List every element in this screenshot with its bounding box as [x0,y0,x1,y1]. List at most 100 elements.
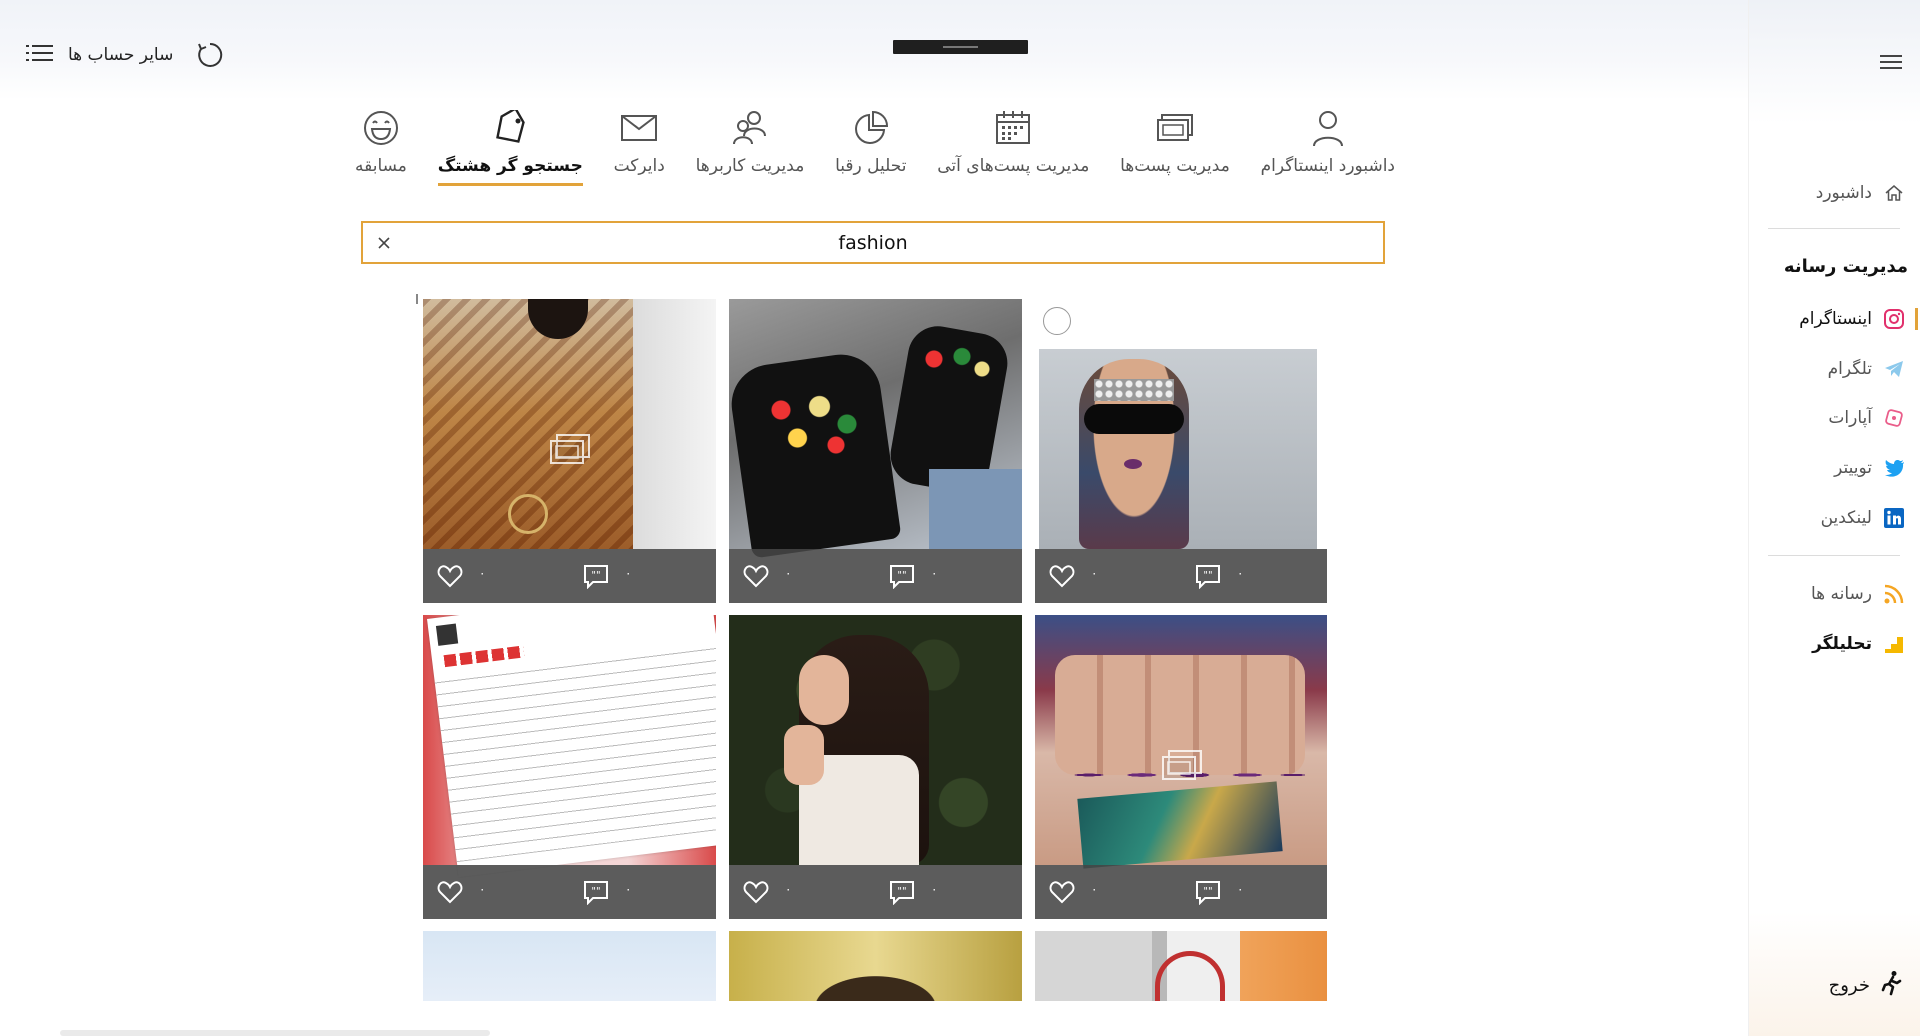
sidebar-item-label: لینکدین [1820,508,1872,528]
album-icon [550,434,590,464]
twitter-icon [1882,456,1906,480]
post-image [423,299,716,549]
scroll-marker [416,294,418,304]
heart-icon[interactable] [437,880,463,904]
post-card[interactable]: ۰ "" ۰ [423,615,716,919]
tab-label: مدیریت پست‌های آتی [937,156,1090,176]
album-icon [1162,750,1202,780]
tab-label: مسابقه [355,156,407,176]
posts-icon [1155,108,1195,148]
sidebar-item-label: تحلیلگر [1812,634,1872,654]
post-stats-bar: ۰ "" ۰ [423,865,716,919]
tag-icon [490,108,530,148]
sidebar-item-label: اینستاگرام [1799,309,1872,329]
heart-icon[interactable] [437,564,463,588]
sidebar-item-twitter[interactable]: توییتر [1756,451,1906,485]
analyzer-icon [1882,632,1906,656]
tab-direct[interactable]: دایرکت [614,108,665,176]
post-stats-bar: ۰ "" ۰ [1035,865,1327,919]
post-stats-bar: ۰ "" ۰ [729,865,1022,919]
sidebar-divider [1768,228,1900,229]
post-image [729,615,1022,865]
post-card[interactable]: ۰ "" ۰ [729,299,1022,603]
tab-scheduled-posts[interactable]: مدیریت پست‌های آتی [937,108,1089,176]
linkedin-icon [1882,506,1906,530]
calendar-icon [993,108,1033,148]
title-drag-handle[interactable] [893,40,1028,54]
tab-label: مدیریت پست‌ها [1120,156,1230,176]
sidebar-item-aparat[interactable]: آپارات [1756,401,1906,435]
sidebar-item-dashboard[interactable]: داشبورد [1756,176,1906,210]
horizontal-scrollbar[interactable] [60,1030,490,1036]
svg-text:"": "" [1203,886,1212,897]
comments-count: ۰ [1237,566,1244,580]
post-card[interactable] [729,931,1022,1001]
sidebar-item-analyzer[interactable]: تحلیلگر [1756,627,1906,661]
sidebar-item-label: تلگرام [1827,359,1872,379]
post-card[interactable]: ۰ "" ۰ [1035,299,1327,603]
smile-icon [361,108,401,148]
hashtag-search-input[interactable] [363,223,1383,262]
list-icon [26,43,54,67]
sidebar-item-instagram[interactable]: اینستاگرام [1756,302,1918,336]
tab-label: دایرکت [613,156,665,176]
tab-instagram-dashboard[interactable]: داشبورد اینستاگرام [1261,108,1395,176]
post-stats-bar: ۰ "" ۰ [423,549,716,603]
telegram-icon [1882,357,1906,381]
comment-icon[interactable]: "" [583,563,609,589]
comment-icon[interactable]: "" [1195,563,1221,589]
home-icon [1882,181,1906,205]
tab-label: جستجو گر هشتگ [437,156,583,176]
post-card[interactable] [423,931,716,1001]
comment-icon[interactable]: "" [1195,879,1221,905]
tab-bar: داشبورد اینستاگرام مدیریت پست‌ها مدیریت … [355,108,1395,194]
pie-chart-icon [851,108,891,148]
logout-button[interactable]: خروج [1748,955,1920,1015]
svg-text:"": "" [897,570,906,581]
tab-competitor-analysis[interactable]: تحلیل رقبا [835,108,906,176]
likes-count: ۰ [785,882,792,896]
tab-posts-management[interactable]: مدیریت پست‌ها [1120,108,1230,176]
comment-icon[interactable]: "" [583,879,609,905]
heart-icon[interactable] [743,880,769,904]
sidebar-item-media[interactable]: رسانه ها [1756,577,1906,611]
heart-icon[interactable] [1049,880,1075,904]
tab-hashtag-search[interactable]: جستجو گر هشتگ [437,108,583,186]
tab-contest[interactable]: مسابقه [355,108,407,176]
clear-search-icon[interactable] [375,234,393,252]
post-image [1035,299,1327,549]
user-icon [1308,108,1348,148]
post-card[interactable]: ۰ "" ۰ [1035,615,1327,919]
heart-icon[interactable] [743,564,769,588]
other-accounts-label: سایر حساب ها [68,45,174,65]
tab-users-management[interactable]: مدیریت کاربرها [695,108,805,176]
instagram-icon [1882,307,1906,331]
comments-count: ۰ [931,882,938,896]
sidebar-item-telegram[interactable]: تلگرام [1756,352,1906,386]
logout-label: خروج [1828,974,1870,996]
tab-label: مدیریت کاربرها [695,156,805,176]
aparat-icon [1882,406,1906,430]
refresh-icon[interactable] [196,41,224,69]
sidebar-item-linkedin[interactable]: لینکدین [1756,501,1906,535]
sidebar-item-label: توییتر [1834,458,1872,478]
comment-icon[interactable]: "" [889,563,915,589]
post-image [729,931,1022,1001]
post-stats-bar: ۰ "" ۰ [1035,549,1327,603]
post-image [423,931,716,1001]
comment-icon[interactable]: "" [889,879,915,905]
likes-count: ۰ [785,566,792,580]
svg-text:"": "" [1203,570,1212,581]
other-accounts-button[interactable]: سایر حساب ها [26,40,173,70]
comments-count: ۰ [625,882,632,896]
post-card[interactable]: ۰ "" ۰ [423,299,716,603]
hamburger-menu-icon[interactable] [1880,55,1904,73]
sidebar-section-heading: مدیریت رسانه [1783,256,1908,277]
tab-label: داشبورد اینستاگرام [1260,156,1395,176]
post-card[interactable]: ۰ "" ۰ [729,615,1022,919]
post-card[interactable] [1035,931,1327,1001]
heart-icon[interactable] [1049,564,1075,588]
post-image [1035,931,1327,1001]
sidebar-item-label: داشبورد [1815,183,1872,203]
post-image [423,615,716,878]
